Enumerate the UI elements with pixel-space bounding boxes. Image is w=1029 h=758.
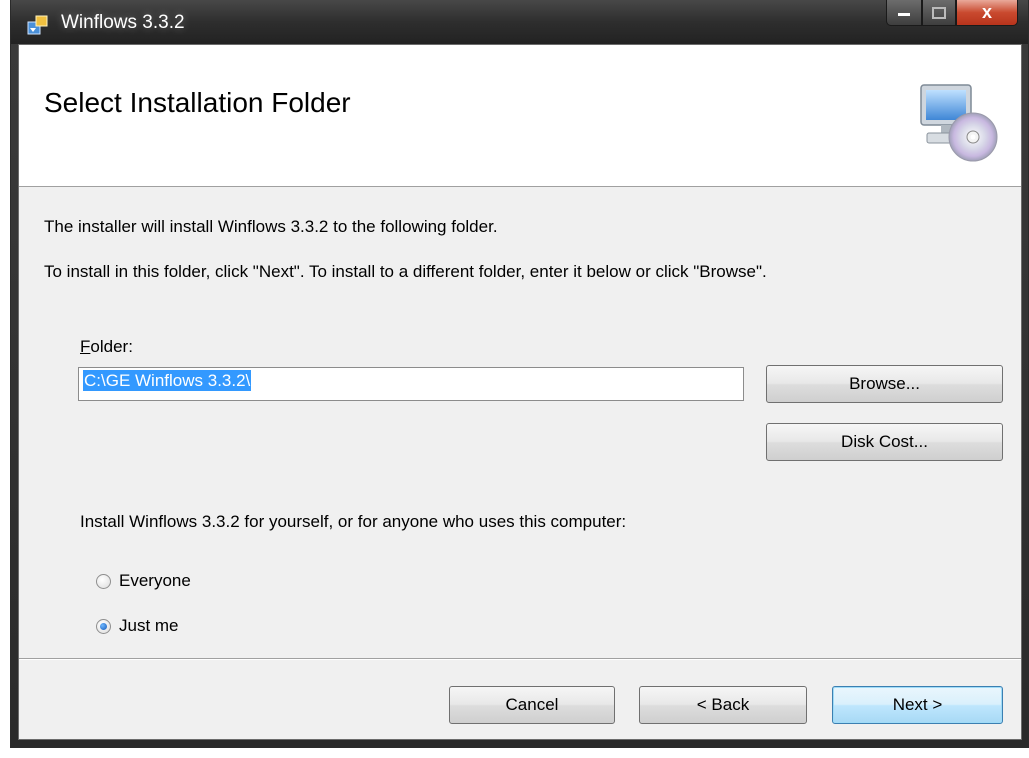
folder-label-text: older: bbox=[90, 337, 133, 356]
radio-everyone[interactable]: Everyone bbox=[96, 571, 191, 591]
radio-button-everyone[interactable] bbox=[96, 573, 111, 589]
header-banner: Select Installation Folder bbox=[19, 45, 1021, 187]
radio-label-everyone: Everyone bbox=[119, 571, 191, 590]
browse-button[interactable]: Browse... bbox=[766, 365, 1003, 403]
close-button[interactable]: x bbox=[956, 0, 1018, 26]
close-icon: x bbox=[981, 2, 992, 22]
page-title: Select Installation Folder bbox=[44, 87, 351, 118]
footer-divider bbox=[19, 658, 1021, 660]
install-target-message: The installer will install Winflows 3.3.… bbox=[44, 217, 498, 236]
window-title: Winflows 3.3.2 bbox=[61, 12, 185, 33]
radio-just-me[interactable]: Just me bbox=[96, 616, 179, 636]
dialog-client-area: Select Installation Folder The installer… bbox=[18, 44, 1022, 740]
radio-label-just-me: Just me bbox=[119, 616, 179, 635]
minimize-button[interactable] bbox=[886, 0, 922, 26]
cancel-button[interactable]: Cancel bbox=[449, 686, 615, 724]
installer-app-icon bbox=[27, 15, 48, 35]
install-instructions: To install in this folder, click "Next".… bbox=[44, 262, 767, 281]
folder-label-accelerator: F bbox=[80, 337, 91, 356]
folder-path-input[interactable]: C:\GE Winflows 3.3.2\ bbox=[78, 367, 744, 401]
radio-button-just-me[interactable] bbox=[96, 618, 111, 634]
window-controls: x bbox=[886, 0, 1018, 26]
install-scope-prompt: Install Winflows 3.3.2 for yourself, or … bbox=[80, 512, 627, 531]
maximize-icon bbox=[932, 6, 946, 19]
installer-window: Winflows 3.3.2 x Select Installation Fol… bbox=[10, 0, 1029, 748]
maximize-button[interactable] bbox=[922, 0, 956, 26]
folder-label: Folder: bbox=[80, 337, 133, 357]
folder-path-value: C:\GE Winflows 3.3.2\ bbox=[83, 370, 252, 391]
computer-cd-icon bbox=[920, 84, 998, 162]
next-button[interactable]: Next > bbox=[832, 686, 1003, 724]
minimize-icon bbox=[898, 12, 910, 16]
back-button[interactable]: < Back bbox=[639, 686, 807, 724]
title-bar[interactable]: Winflows 3.3.2 x bbox=[11, 0, 1028, 44]
disk-cost-button[interactable]: Disk Cost... bbox=[766, 423, 1003, 461]
